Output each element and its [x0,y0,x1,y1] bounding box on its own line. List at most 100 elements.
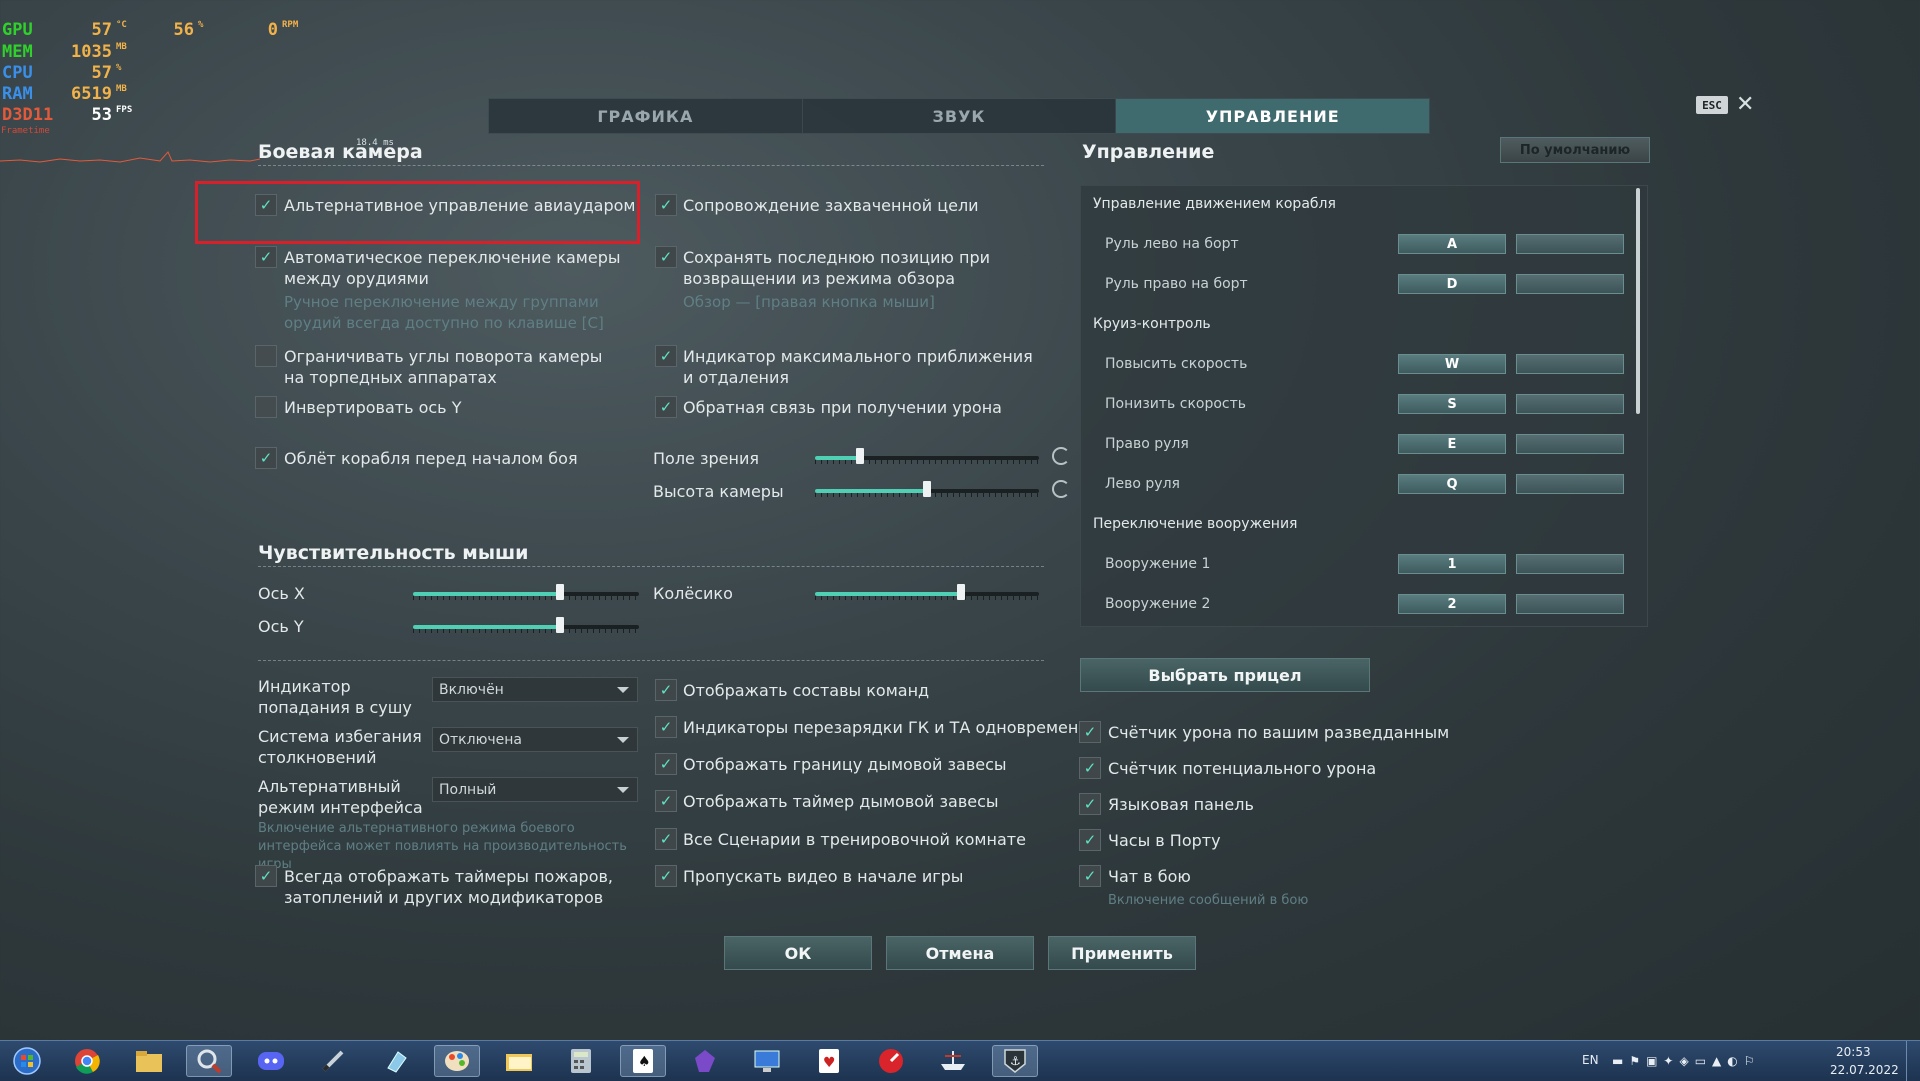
chrome-icon[interactable] [64,1045,110,1077]
clock-time[interactable]: 20:53 [1836,1045,1871,1059]
discord-icon[interactable] [248,1045,294,1077]
select-label: Система избегания столкновений [258,727,422,767]
ok-button[interactable]: ОК [724,936,872,970]
checkbox-label: Часы в Порту [1108,831,1221,850]
checkbox-training-scenarios[interactable]: ✓ [655,828,677,850]
clock-date[interactable]: 22.07.2022 [1830,1063,1899,1077]
keybind-secondary[interactable] [1516,274,1624,294]
checkbox-recon-damage-counter[interactable]: ✓ [1079,721,1101,743]
frametime-graph [0,151,260,163]
slider-camera-height[interactable] [815,481,1039,497]
show-desktop-button[interactable] [1906,1041,1919,1081]
keybind-primary[interactable]: S [1398,394,1506,414]
keybind-primary[interactable]: A [1398,234,1506,254]
keybind-secondary[interactable] [1516,474,1624,494]
checkbox-label: Индикаторы перезарядки ГК и ТА одновреме… [683,718,1099,737]
reset-icon[interactable] [1052,480,1070,498]
speed-icon[interactable] [868,1045,914,1077]
cancel-button[interactable]: Отмена [886,936,1034,970]
checkbox-skip-intro[interactable]: ✓ [655,865,677,887]
checkbox-save-camera-position[interactable]: ✓ [655,246,677,268]
cards-icon[interactable]: ♥ [806,1045,852,1077]
tab-sound[interactable]: ЗВУК [803,99,1117,133]
slider-mouse-x[interactable] [413,584,639,600]
hint-text: Обзор — [правая кнопка мыши] [683,293,935,311]
reset-icon[interactable] [1052,447,1070,465]
checkbox-reload-indicators[interactable]: ✓ [655,716,677,738]
slider-handle[interactable] [555,617,564,633]
checkbox-damage-feedback[interactable]: ✓ [655,396,677,418]
keybind-primary[interactable]: D [1398,274,1506,294]
choose-crosshair-button[interactable]: Выбрать прицел [1080,658,1370,692]
checkbox-alt-airstrike[interactable]: ✓ [255,194,277,216]
language-indicator[interactable]: EN [1582,1053,1599,1067]
checkbox-show-teams[interactable]: ✓ [655,679,677,701]
keybind-secondary[interactable] [1516,594,1624,614]
keybind-secondary[interactable] [1516,394,1624,414]
checkbox-always-show-timers[interactable]: ✓ [255,865,277,887]
keybind-action: Понизить скорость [1105,396,1247,412]
checkbox-label: Сохранять последнюю позицию при возвраще… [683,248,990,288]
keybind-secondary[interactable] [1516,434,1624,454]
select-collision-avoidance[interactable]: Отключена [432,727,638,752]
close-icon[interactable]: ✕ [1736,92,1754,117]
slider-mouse-y[interactable] [413,617,639,633]
folder-icon[interactable] [496,1045,542,1077]
checkbox-zoom-indicator[interactable]: ✓ [655,345,677,367]
keybind-action: Вооружение 2 [1105,596,1211,612]
select-land-hit-indicator[interactable]: Включён [432,677,638,702]
explorer-icon[interactable] [126,1045,172,1077]
eraser-icon[interactable] [372,1045,418,1077]
solitaire-icon[interactable]: ♠ [620,1045,666,1077]
checkbox-smoke-border[interactable]: ✓ [655,753,677,775]
keybind-action: Право руля [1105,436,1189,452]
calculator-icon[interactable] [558,1045,604,1077]
start-orb-icon[interactable] [4,1045,50,1077]
reset-default-button[interactable]: По умолчанию [1500,137,1650,163]
slider-handle[interactable] [923,481,931,497]
slider-handle[interactable] [956,584,965,600]
slider-field-of-view[interactable] [815,448,1039,464]
pen-icon[interactable] [310,1045,356,1077]
tray-icons[interactable]: ▬⚑▣✦◈▭▲◐⚐ [1612,1054,1761,1068]
ship-icon[interactable] [930,1045,976,1077]
keybind-group: Круиз-контроль [1093,316,1211,332]
keybind-primary[interactable]: W [1398,354,1506,374]
checkbox-target-tracking[interactable]: ✓ [655,194,677,216]
chevron-down-icon [617,687,629,693]
magnifier-icon[interactable] [186,1045,232,1077]
checkbox-smoke-timer[interactable]: ✓ [655,790,677,812]
paint-icon[interactable] [434,1045,480,1077]
slider-handle[interactable] [555,584,564,600]
tab-controls[interactable]: УПРАВЛЕНИЕ [1116,99,1430,133]
checkbox-port-clock[interactable]: ✓ [1079,829,1101,851]
screen-icon[interactable] [744,1045,790,1077]
select-alt-interface[interactable]: Полный [432,777,638,802]
checkbox-label: Отображать составы команд [683,681,930,700]
tab-graphics[interactable]: ГРАФИКА [489,99,803,133]
slider-mouse-wheel[interactable] [815,584,1039,600]
checkbox-ship-flyover[interactable]: ✓ [255,447,277,469]
keybind-group: Управление движением корабля [1093,196,1336,212]
chevron-down-icon [617,787,629,793]
keybind-primary[interactable]: 2 [1398,594,1506,614]
keybind-secondary[interactable] [1516,554,1624,574]
checkbox-language-bar[interactable]: ✓ [1079,793,1101,815]
hud-unit: FPS [116,105,133,115]
checkbox-potential-damage[interactable]: ✓ [1079,757,1101,779]
checkbox-battle-chat[interactable]: ✓ [1079,865,1101,887]
apply-button[interactable]: Применить [1048,936,1196,970]
keybind-scrollbar[interactable] [1636,188,1640,414]
keybind-primary[interactable]: E [1398,434,1506,454]
checkbox-torpedo-angles[interactable]: ✓ [255,345,277,367]
crystal-icon[interactable] [682,1045,728,1077]
keybind-primary[interactable]: 1 [1398,554,1506,574]
keybind-action: Руль право на борт [1105,276,1248,292]
checkbox-invert-y[interactable]: ✓ [255,396,277,418]
game-anchor-icon[interactable]: ⚓ [992,1045,1038,1077]
keybind-primary[interactable]: Q [1398,474,1506,494]
checkbox-auto-camera-switch[interactable]: ✓ [255,246,277,268]
slider-handle[interactable] [855,448,864,464]
keybind-secondary[interactable] [1516,234,1624,254]
keybind-secondary[interactable] [1516,354,1624,374]
